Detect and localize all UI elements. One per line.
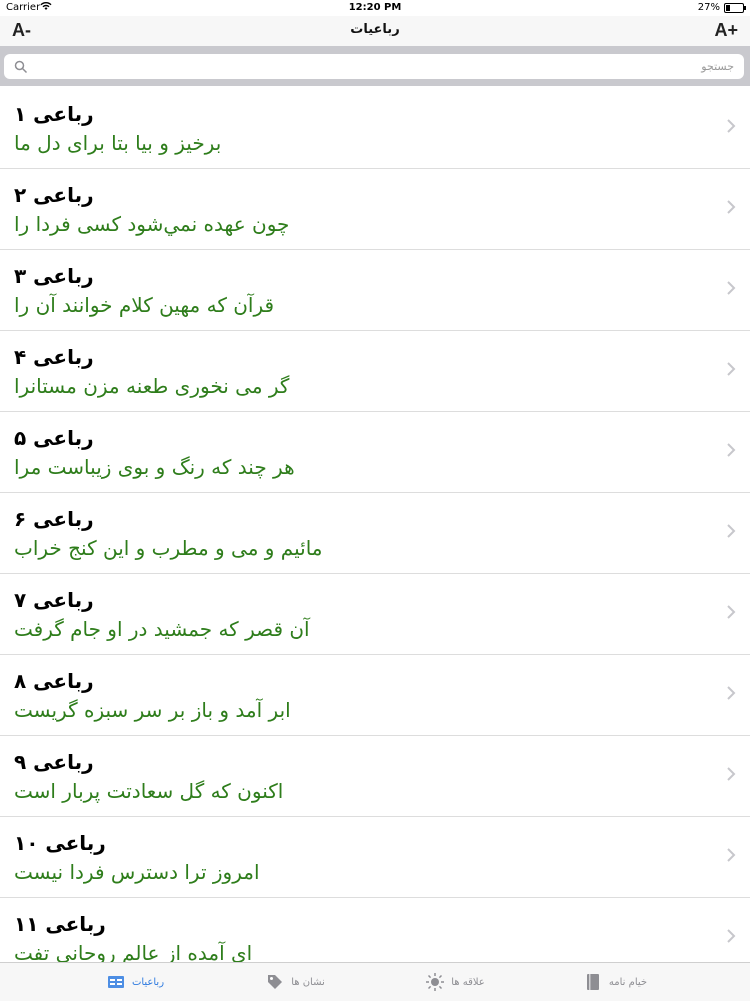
- tab-bookmarks[interactable]: نشان ها: [210, 969, 380, 995]
- tab-khayyam-book[interactable]: خیام نامه: [530, 969, 700, 995]
- tab-bar: رباعیات نشان ها علاقه ها خیام نامه: [0, 962, 750, 1001]
- list-item[interactable]: رباعی ۵ هر چند که رنگ و بوی زیباست مرا: [0, 412, 750, 493]
- tab-label: علاقه ها: [451, 976, 485, 988]
- search-input[interactable]: [30, 57, 734, 76]
- list-item[interactable]: رباعی ۱۰ امروز ترا دسترس فردا نیست: [0, 817, 750, 898]
- quatrains-icon: [107, 976, 124, 988]
- item-subtitle: هر چند که رنگ و بوی زیباست مرا: [14, 455, 295, 479]
- item-subtitle: ای آمده از عالم روحانی تفت: [14, 941, 253, 962]
- list-item[interactable]: رباعی ۷ آن قصر که جمشید در او جام گرفت: [0, 574, 750, 655]
- item-subtitle: ابر آمد و باز بر سر سبزه گریست: [14, 698, 291, 722]
- list-item[interactable]: رباعی ۳ قرآن که مهین کلام خوانند آن را: [0, 250, 750, 331]
- list-item[interactable]: رباعی ۱۱ ای آمده از عالم روحانی تفت: [0, 898, 750, 962]
- item-title: رباعی ۱۰: [14, 831, 106, 855]
- page-title: رباعیات: [350, 22, 400, 37]
- book-icon: [586, 974, 599, 990]
- sun-icon: [426, 973, 445, 991]
- battery-icon: [724, 3, 746, 13]
- list-item[interactable]: رباعی ۴ گر می نخوری طعنه مزن مستانرا: [0, 331, 750, 412]
- item-subtitle: آن قصر که جمشید در او جام گرفت: [14, 617, 310, 641]
- chevron-right-icon: [727, 605, 736, 619]
- item-subtitle: قرآن که مهین کلام خوانند آن را: [14, 293, 275, 317]
- status-time: 12:20 PM: [348, 2, 402, 13]
- tab-label: نشان ها: [291, 976, 325, 988]
- chevron-right-icon: [727, 281, 736, 295]
- item-title: رباعی ۳: [14, 264, 94, 288]
- battery-percentage: 27%: [697, 2, 720, 13]
- search-bar: [0, 46, 750, 86]
- item-title: رباعی ۷: [14, 588, 94, 612]
- chevron-right-icon: [727, 524, 736, 538]
- search-box[interactable]: [4, 54, 744, 79]
- item-title: رباعی ۲: [14, 183, 94, 207]
- quatrain-list: رباعی ۱ برخیز و بیا بتا برای دل ما رباعی …: [0, 88, 750, 962]
- item-subtitle: گر می نخوری طعنه مزن مستانرا: [14, 374, 290, 398]
- search-icon: [14, 59, 28, 74]
- chevron-right-icon: [727, 848, 736, 862]
- navigation-bar: A- رباعیات A+: [0, 16, 750, 46]
- chevron-right-icon: [727, 200, 736, 214]
- font-increase-button[interactable]: A+: [714, 20, 738, 41]
- item-subtitle: برخیز و بیا بتا برای دل ما: [14, 131, 222, 155]
- tab-label: رباعیات: [131, 976, 165, 988]
- item-title: رباعی ۸: [14, 669, 94, 693]
- chevron-right-icon: [727, 119, 736, 133]
- item-title: رباعی ۱: [14, 102, 94, 126]
- tab-label: خیام نامه: [608, 976, 648, 988]
- chevron-right-icon: [727, 362, 736, 376]
- list-item[interactable]: رباعی ۶ مائیم و می و مطرب و این کنج خراب: [0, 493, 750, 574]
- item-title: رباعی ۶: [14, 507, 94, 531]
- item-subtitle: اکنون که گل سعادتت پربار است: [14, 779, 284, 803]
- item-title: رباعی ۵: [14, 426, 94, 450]
- item-subtitle: مائیم و می و مطرب و این کنج خراب: [14, 536, 323, 560]
- status-bar: Carrier 12:20 PM 27%: [0, 0, 750, 16]
- item-title: رباعی ۱۱: [14, 912, 106, 936]
- item-subtitle: چون عهده نمي‌شود کسی فردا را: [14, 212, 290, 236]
- item-subtitle: امروز ترا دسترس فردا نیست: [14, 860, 260, 884]
- list-item[interactable]: رباعی ۹ اکنون که گل سعادتت پربار است: [0, 736, 750, 817]
- chevron-right-icon: [727, 767, 736, 781]
- chevron-right-icon: [727, 443, 736, 457]
- list-item[interactable]: رباعی ۲ چون عهده نمي‌شود کسی فردا را: [0, 169, 750, 250]
- item-title: رباعی ۹: [14, 750, 94, 774]
- chevron-right-icon: [727, 929, 736, 943]
- tag-icon: [268, 975, 283, 989]
- battery-fill: [726, 5, 730, 11]
- list-item[interactable]: رباعی ۸ ابر آمد و باز بر سر سبزه گریست: [0, 655, 750, 736]
- chevron-right-icon: [727, 686, 736, 700]
- tab-favorites[interactable]: علاقه ها: [370, 969, 540, 995]
- item-title: رباعی ۴: [14, 345, 94, 369]
- list-item[interactable]: رباعی ۱ برخیز و بیا بتا برای دل ما: [0, 88, 750, 169]
- tab-quatrains[interactable]: رباعیات: [50, 969, 220, 995]
